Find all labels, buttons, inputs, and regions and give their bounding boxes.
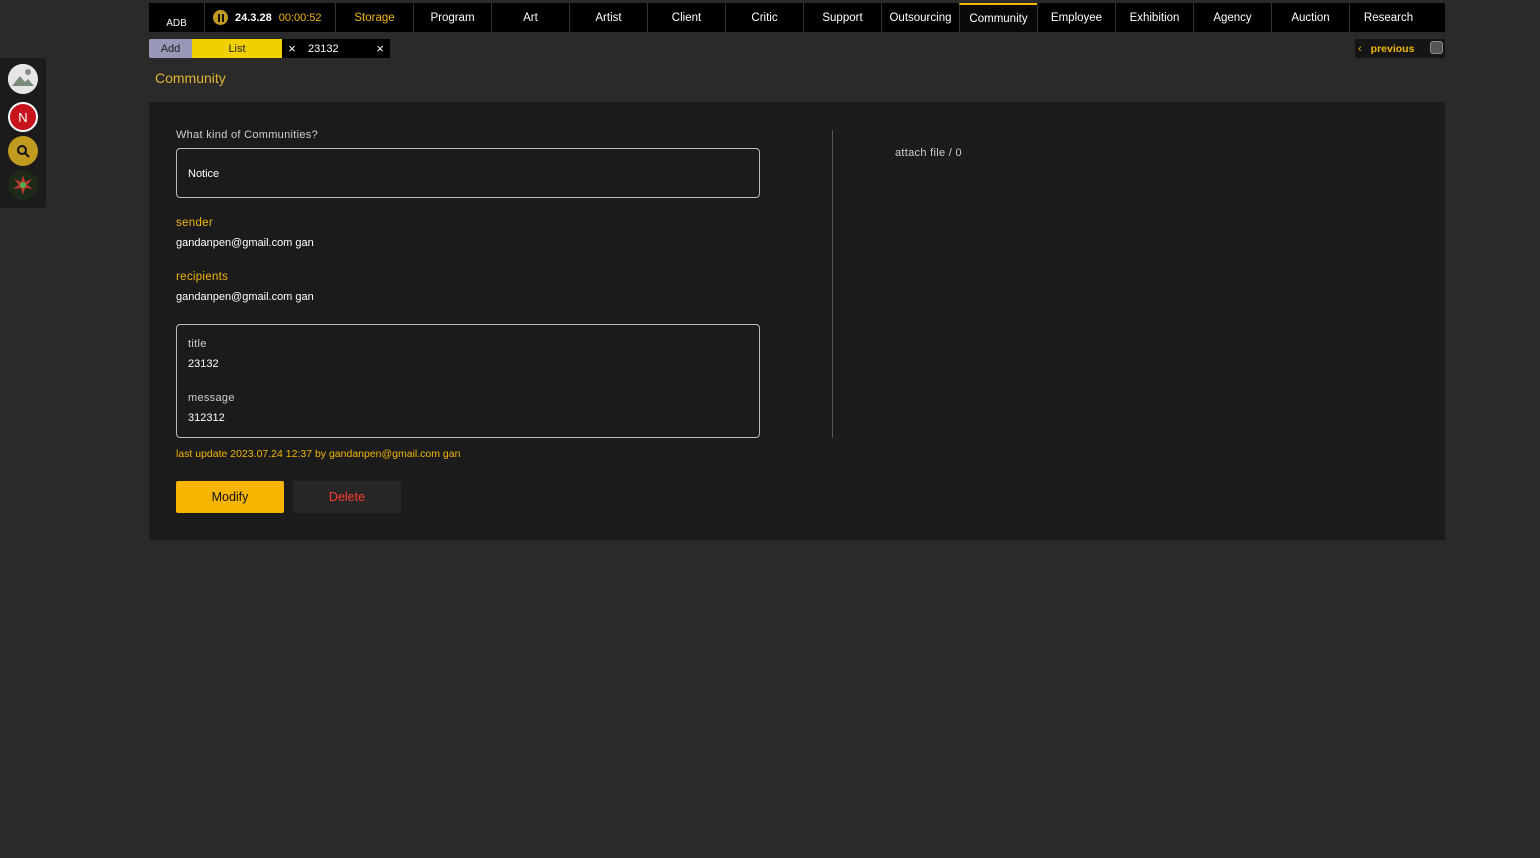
tab-client[interactable]: Client xyxy=(647,3,725,32)
tab-storage[interactable]: Storage xyxy=(335,3,413,32)
top-nav: ADB 24.3.28 00:00:52 Storage Program Art… xyxy=(149,3,1445,32)
tab-auction[interactable]: Auction xyxy=(1271,3,1349,32)
burst-icon[interactable] xyxy=(8,170,38,200)
notice-badge-letter: N xyxy=(18,109,28,125)
recipients-value: gandanpen@gmail.com gan xyxy=(176,291,314,303)
message-value: 312312 xyxy=(188,412,225,424)
add-button[interactable]: Add xyxy=(149,39,192,58)
document-tab-label: 23132 xyxy=(308,42,339,55)
avatar[interactable] xyxy=(8,64,38,94)
previous-button[interactable]: ‹ previous xyxy=(1355,39,1445,58)
pause-icon[interactable] xyxy=(213,10,228,25)
notice-badge-icon[interactable]: N xyxy=(8,102,38,132)
tab-artist[interactable]: Artist xyxy=(569,3,647,32)
tab-exhibition[interactable]: Exhibition xyxy=(1115,3,1193,32)
search-icon[interactable] xyxy=(8,136,38,166)
detail-panel: What kind of Communities? Notice sender … xyxy=(149,102,1445,540)
sender-value: gandanpen@gmail.com gan xyxy=(176,237,314,249)
list-button[interactable]: List xyxy=(192,39,282,58)
document-tab[interactable]: 23132 × xyxy=(302,39,390,58)
previous-label: previous xyxy=(1370,42,1415,55)
page-title: Community xyxy=(155,70,226,86)
tab-art[interactable]: Art xyxy=(491,3,569,32)
tab-critic[interactable]: Critic xyxy=(725,3,803,32)
tab-program[interactable]: Program xyxy=(413,3,491,32)
delete-button[interactable]: Delete xyxy=(293,481,401,513)
kind-label: What kind of Communities? xyxy=(176,129,318,141)
message-box: title 23132 message 312312 xyxy=(176,324,760,438)
session-timer: 24.3.28 00:00:52 xyxy=(204,3,335,32)
tab-outsourcing[interactable]: Outsourcing xyxy=(881,3,959,32)
title-value: 23132 xyxy=(188,358,219,370)
sub-toolbar: Add List × 23132 × xyxy=(149,39,390,58)
tab-community[interactable]: Community xyxy=(959,3,1037,32)
message-label: message xyxy=(188,392,235,404)
attach-file-label: attach file / 0 xyxy=(895,147,962,159)
title-label: title xyxy=(188,338,207,350)
tab-employee[interactable]: Employee xyxy=(1037,3,1115,32)
kind-value: Notice xyxy=(188,168,220,180)
kind-field[interactable]: Notice xyxy=(176,148,760,198)
brand-logo[interactable]: ADB xyxy=(149,3,204,32)
tab-research[interactable]: Research xyxy=(1349,3,1427,32)
tab-support[interactable]: Support xyxy=(803,3,881,32)
tab-agency[interactable]: Agency xyxy=(1193,3,1271,32)
column-divider xyxy=(832,130,833,438)
side-dock: N xyxy=(0,58,46,208)
square-toggle-icon[interactable] xyxy=(1430,41,1443,54)
close-icon[interactable]: × xyxy=(282,39,302,58)
sender-label: sender xyxy=(176,217,213,229)
chevron-left-icon: ‹ xyxy=(1358,42,1362,55)
timer-time: 00:00:52 xyxy=(278,11,322,24)
timer-date: 24.3.28 xyxy=(235,11,272,24)
modify-button[interactable]: Modify xyxy=(176,481,284,513)
recipients-label: recipients xyxy=(176,271,229,283)
close-tab-icon[interactable]: × xyxy=(376,41,384,56)
last-update-text: last update 2023.07.24 12:37 by gandanpe… xyxy=(176,448,461,460)
